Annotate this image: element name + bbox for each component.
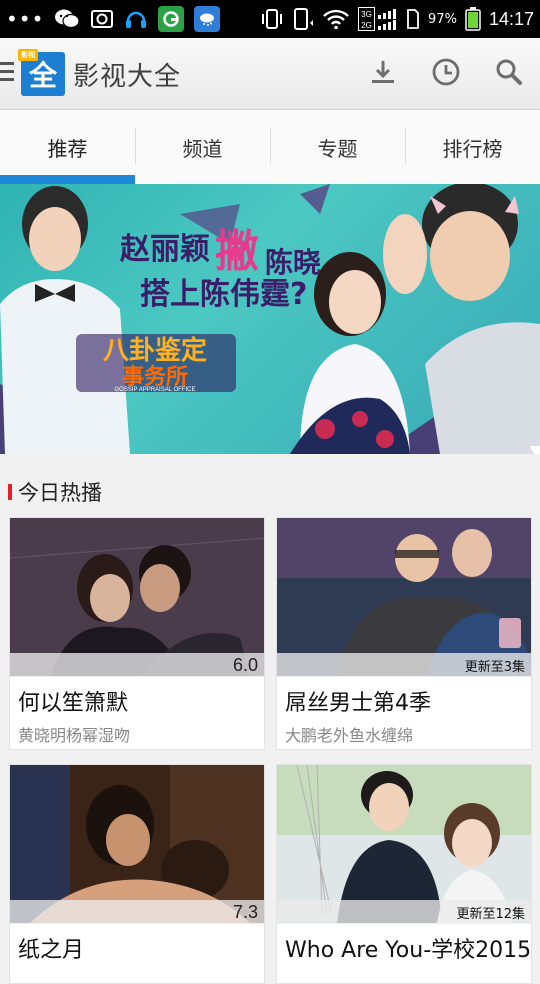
clock-time: 14:17 [488,8,534,29]
search-button[interactable] [491,56,527,92]
weather-app-icon [194,6,221,32]
download-icon [368,57,398,91]
active-tab-indicator [0,175,135,184]
svg-text:3G: 3G [361,10,372,19]
banner-show-logo-line1: 八卦鉴定 [103,335,207,366]
svg-text:2G: 2G [361,21,372,30]
wifi-icon [322,8,350,30]
tab-recommend[interactable]: 推荐 [0,110,135,184]
episode-status: 更新至12集 [456,906,525,922]
battery-percent: 97% [428,11,457,27]
headset-app-icon [124,7,148,31]
app-title: 影视大全 [73,62,182,92]
section-accent-bar [8,484,12,500]
tab-topics[interactable]: 专题 [270,110,405,184]
banner-headline-b: 撇 [215,226,259,277]
search-icon [494,57,524,91]
video-card[interactable]: 7.3 纸之月 [9,764,265,984]
history-clock-icon [431,57,461,91]
video-title: Who Are You-学校2015 [285,938,532,963]
status-bar: ••• 3G 2G 97% 14:17 [0,0,540,38]
video-title: 纸之月 [18,938,85,963]
rating-score: 7.3 [232,901,258,922]
thumbnail-badge-bar: 7.3 [10,900,264,924]
thumbnail-badge-bar: 更新至12集 [277,900,531,924]
tab-channels[interactable]: 频道 [135,110,270,184]
vibrate-icon [260,8,284,30]
promo-banner[interactable]: 八卦鉴定 事务所 GOSSIP APPRAISAL OFFICE 赵丽颖 撇 陈… [0,184,540,454]
section-header: 今日热播 [0,474,540,510]
sim-icon [406,8,420,30]
banner-artwork: 八卦鉴定 事务所 GOSSIP APPRAISAL OFFICE 赵丽颖 撇 陈… [0,184,540,454]
battery-icon [465,7,481,31]
video-card[interactable]: 6.0 何以笙箫默 黄晓明杨幂湿吻 [9,517,265,750]
video-title: 何以笙箫默 [18,691,129,716]
video-card[interactable]: 更新至3集 屌丝男士第4季 大鹏老外鱼水缠绵 [276,517,532,750]
thumbnail-badge-bar: 更新至3集 [277,653,531,677]
tab-rankings[interactable]: 排行榜 [405,110,540,184]
download-button[interactable] [365,56,401,92]
logo-badge: 影视 [18,49,38,61]
video-subtitle: 大鹏老外鱼水缠绵 [285,726,414,745]
banner-headline-line2: 搭上陈伟霆? [140,277,307,312]
rating-score: 6.0 [232,654,258,675]
pager-dot[interactable] [530,446,540,454]
thumbnail-badge-bar: 6.0 [10,653,264,677]
green-app-icon [158,6,185,32]
section-title: 今日热播 [18,481,102,505]
screenshot-icon [90,8,114,30]
menu-icon[interactable] [0,62,14,84]
banner-show-logo-sub: GOSSIP APPRAISAL OFFICE [114,387,195,393]
banner-headline-c: 陈晓 [265,246,321,279]
video-subtitle: 黄晓明杨幂湿吻 [18,726,131,745]
banner-headline-a: 赵丽颖 [120,232,210,267]
phone-signal-icon [292,7,314,31]
video-card[interactable]: 更新至12集 Who Are You-学校2015 [276,764,532,984]
cellular-signal-icon: 3G 2G [358,7,398,31]
category-tabs: 推荐 频道 专题 排行榜 [0,110,540,184]
app-bar: 影视 全 影视大全 [0,38,540,110]
episode-status: 更新至3集 [464,659,525,675]
wechat-icon [54,8,80,30]
video-title: 屌丝男士第4季 [285,691,431,716]
more-notifications-icon: ••• [6,7,45,31]
app-logo[interactable]: 影视 全 [18,49,65,96]
history-button[interactable] [428,56,464,92]
